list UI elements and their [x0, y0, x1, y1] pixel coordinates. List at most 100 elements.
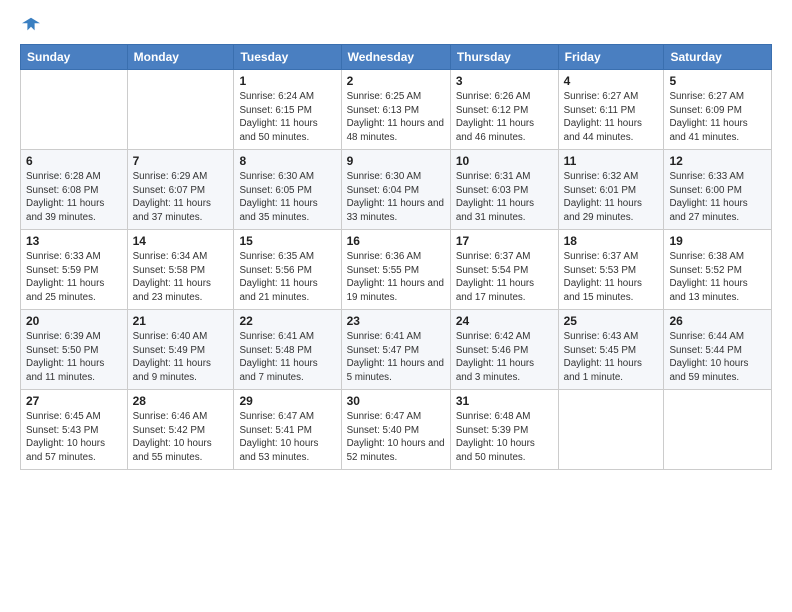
week-row-3: 13 Sunrise: 6:33 AM Sunset: 5:59 PM Dayli…	[21, 230, 772, 310]
day-number: 13	[26, 234, 122, 248]
day-number: 11	[564, 154, 659, 168]
day-info: Sunrise: 6:40 AM Sunset: 5:49 PM Dayligh…	[133, 330, 229, 385]
day-info: Sunrise: 6:27 AM Sunset: 6:11 PM Dayligh…	[564, 90, 659, 145]
day-number: 4	[564, 74, 659, 88]
day-number: 29	[239, 394, 335, 408]
header-day-friday: Friday	[558, 45, 664, 70]
day-cell: 29 Sunrise: 6:47 AM Sunset: 5:41 PM Dayli…	[234, 390, 341, 470]
calendar-header: SundayMondayTuesdayWednesdayThursdayFrid…	[21, 45, 772, 70]
day-cell: 8 Sunrise: 6:30 AM Sunset: 6:05 PM Daylig…	[234, 150, 341, 230]
day-info: Sunrise: 6:36 AM Sunset: 5:55 PM Dayligh…	[347, 250, 445, 305]
day-cell	[558, 390, 664, 470]
day-cell: 4 Sunrise: 6:27 AM Sunset: 6:11 PM Daylig…	[558, 70, 664, 150]
header-day-wednesday: Wednesday	[341, 45, 450, 70]
day-info: Sunrise: 6:47 AM Sunset: 5:40 PM Dayligh…	[347, 410, 445, 465]
day-number: 9	[347, 154, 445, 168]
day-info: Sunrise: 6:47 AM Sunset: 5:41 PM Dayligh…	[239, 410, 335, 465]
day-info: Sunrise: 6:33 AM Sunset: 6:00 PM Dayligh…	[669, 170, 766, 225]
day-cell: 20 Sunrise: 6:39 AM Sunset: 5:50 PM Dayli…	[21, 310, 128, 390]
day-number: 15	[239, 234, 335, 248]
day-cell: 22 Sunrise: 6:41 AM Sunset: 5:48 PM Dayli…	[234, 310, 341, 390]
day-info: Sunrise: 6:45 AM Sunset: 5:43 PM Dayligh…	[26, 410, 122, 465]
day-cell: 28 Sunrise: 6:46 AM Sunset: 5:42 PM Dayli…	[127, 390, 234, 470]
day-number: 12	[669, 154, 766, 168]
logo-bird-icon	[22, 16, 40, 34]
day-info: Sunrise: 6:46 AM Sunset: 5:42 PM Dayligh…	[133, 410, 229, 465]
day-cell: 18 Sunrise: 6:37 AM Sunset: 5:53 PM Dayli…	[558, 230, 664, 310]
day-number: 3	[456, 74, 553, 88]
day-cell: 23 Sunrise: 6:41 AM Sunset: 5:47 PM Dayli…	[341, 310, 450, 390]
day-cell: 11Sunrise: 6:32 AM Sunset: 6:01 PM Dayli…	[558, 150, 664, 230]
day-info: Sunrise: 6:28 AM Sunset: 6:08 PM Dayligh…	[26, 170, 122, 225]
header	[20, 16, 772, 36]
day-cell: 1 Sunrise: 6:24 AM Sunset: 6:15 PM Daylig…	[234, 70, 341, 150]
day-cell: 14Sunrise: 6:34 AM Sunset: 5:58 PM Dayli…	[127, 230, 234, 310]
day-number: 30	[347, 394, 445, 408]
day-info: Sunrise: 6:34 AM Sunset: 5:58 PM Dayligh…	[133, 250, 229, 305]
day-number: 25	[564, 314, 659, 328]
day-cell	[664, 390, 772, 470]
day-cell	[127, 70, 234, 150]
logo-text	[20, 16, 40, 36]
day-info: Sunrise: 6:37 AM Sunset: 5:53 PM Dayligh…	[564, 250, 659, 305]
day-info: Sunrise: 6:38 AM Sunset: 5:52 PM Dayligh…	[669, 250, 766, 305]
day-number: 20	[26, 314, 122, 328]
day-number: 2	[347, 74, 445, 88]
day-number: 28	[133, 394, 229, 408]
day-info: Sunrise: 6:30 AM Sunset: 6:05 PM Dayligh…	[239, 170, 335, 225]
day-cell: 16 Sunrise: 6:36 AM Sunset: 5:55 PM Dayli…	[341, 230, 450, 310]
day-number: 27	[26, 394, 122, 408]
day-cell: 13 Sunrise: 6:33 AM Sunset: 5:59 PM Dayli…	[21, 230, 128, 310]
day-cell: 21Sunrise: 6:40 AM Sunset: 5:49 PM Dayli…	[127, 310, 234, 390]
day-info: Sunrise: 6:33 AM Sunset: 5:59 PM Dayligh…	[26, 250, 122, 305]
day-cell: 3 Sunrise: 6:26 AM Sunset: 6:12 PM Daylig…	[450, 70, 558, 150]
day-number: 8	[239, 154, 335, 168]
day-cell: 17 Sunrise: 6:37 AM Sunset: 5:54 PM Dayli…	[450, 230, 558, 310]
day-number: 18	[564, 234, 659, 248]
day-number: 17	[456, 234, 553, 248]
day-number: 6	[26, 154, 122, 168]
day-number: 7	[133, 154, 229, 168]
day-number: 24	[456, 314, 553, 328]
day-info: Sunrise: 6:44 AM Sunset: 5:44 PM Dayligh…	[669, 330, 766, 385]
day-cell: 25Sunrise: 6:43 AM Sunset: 5:45 PM Dayli…	[558, 310, 664, 390]
day-info: Sunrise: 6:25 AM Sunset: 6:13 PM Dayligh…	[347, 90, 445, 145]
day-info: Sunrise: 6:24 AM Sunset: 6:15 PM Dayligh…	[239, 90, 335, 145]
header-day-monday: Monday	[127, 45, 234, 70]
day-cell: 30 Sunrise: 6:47 AM Sunset: 5:40 PM Dayli…	[341, 390, 450, 470]
day-cell: 27 Sunrise: 6:45 AM Sunset: 5:43 PM Dayli…	[21, 390, 128, 470]
day-number: 23	[347, 314, 445, 328]
day-info: Sunrise: 6:41 AM Sunset: 5:47 PM Dayligh…	[347, 330, 445, 385]
day-number: 1	[239, 74, 335, 88]
day-number: 16	[347, 234, 445, 248]
day-number: 26	[669, 314, 766, 328]
day-info: Sunrise: 6:37 AM Sunset: 5:54 PM Dayligh…	[456, 250, 553, 305]
day-cell	[21, 70, 128, 150]
day-cell: 24Sunrise: 6:42 AM Sunset: 5:46 PM Dayli…	[450, 310, 558, 390]
day-info: Sunrise: 6:31 AM Sunset: 6:03 PM Dayligh…	[456, 170, 553, 225]
week-row-2: 6 Sunrise: 6:28 AM Sunset: 6:08 PM Daylig…	[21, 150, 772, 230]
day-info: Sunrise: 6:48 AM Sunset: 5:39 PM Dayligh…	[456, 410, 553, 465]
day-cell: 9Sunrise: 6:30 AM Sunset: 6:04 PM Daylig…	[341, 150, 450, 230]
logo	[20, 16, 40, 36]
day-cell: 7 Sunrise: 6:29 AM Sunset: 6:07 PM Daylig…	[127, 150, 234, 230]
week-row-1: 1 Sunrise: 6:24 AM Sunset: 6:15 PM Daylig…	[21, 70, 772, 150]
header-day-thursday: Thursday	[450, 45, 558, 70]
page: SundayMondayTuesdayWednesdayThursdayFrid…	[0, 0, 792, 612]
day-info: Sunrise: 6:26 AM Sunset: 6:12 PM Dayligh…	[456, 90, 553, 145]
header-day-sunday: Sunday	[21, 45, 128, 70]
day-info: Sunrise: 6:27 AM Sunset: 6:09 PM Dayligh…	[669, 90, 766, 145]
header-day-tuesday: Tuesday	[234, 45, 341, 70]
day-info: Sunrise: 6:35 AM Sunset: 5:56 PM Dayligh…	[239, 250, 335, 305]
day-cell: 19 Sunrise: 6:38 AM Sunset: 5:52 PM Dayli…	[664, 230, 772, 310]
day-info: Sunrise: 6:39 AM Sunset: 5:50 PM Dayligh…	[26, 330, 122, 385]
day-info: Sunrise: 6:41 AM Sunset: 5:48 PM Dayligh…	[239, 330, 335, 385]
week-row-4: 20 Sunrise: 6:39 AM Sunset: 5:50 PM Dayli…	[21, 310, 772, 390]
header-row: SundayMondayTuesdayWednesdayThursdayFrid…	[21, 45, 772, 70]
day-cell: 10Sunrise: 6:31 AM Sunset: 6:03 PM Dayli…	[450, 150, 558, 230]
day-info: Sunrise: 6:29 AM Sunset: 6:07 PM Dayligh…	[133, 170, 229, 225]
day-number: 22	[239, 314, 335, 328]
day-number: 19	[669, 234, 766, 248]
header-day-saturday: Saturday	[664, 45, 772, 70]
day-cell: 12 Sunrise: 6:33 AM Sunset: 6:00 PM Dayli…	[664, 150, 772, 230]
